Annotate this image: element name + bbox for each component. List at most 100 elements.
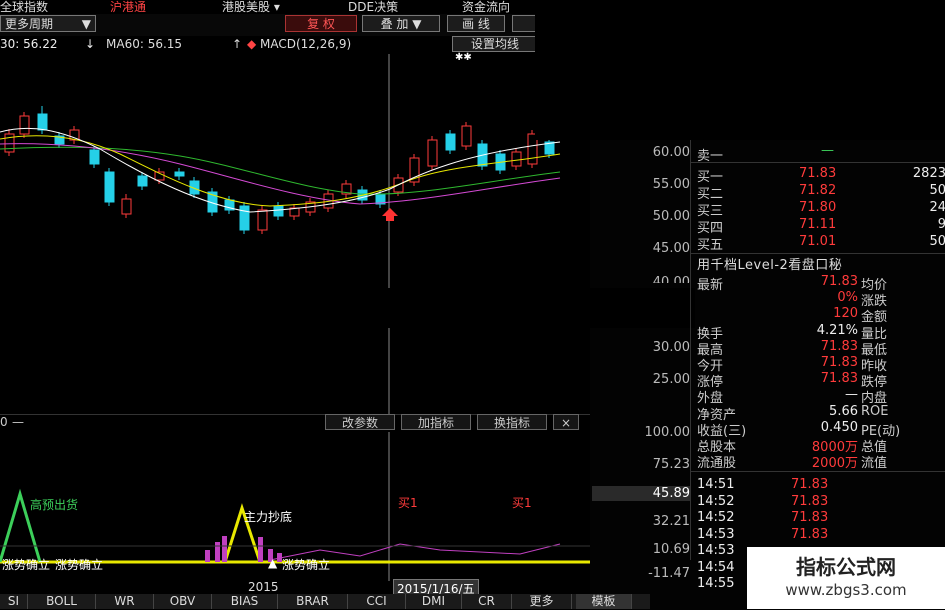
- price-tick: 60.00: [652, 145, 690, 160]
- overlay-button[interactable]: 叠 加 ▼: [362, 15, 440, 32]
- annotation-bottom: 主力抄底: [244, 510, 293, 524]
- watermark: 指标公式网 www.zbgs3.com: [747, 547, 945, 609]
- stat-value: 4.21%: [816, 322, 858, 338]
- mask-top-right: [535, 0, 945, 140]
- chart-toolbar: 更多周期 ▼ 复 权 叠 加 ▼ 画 线: [0, 14, 590, 36]
- price-axis: 60.00 55.00 50.00 45.00 40.00 30.00 25.0…: [590, 140, 690, 410]
- candle-body: [19, 115, 30, 135]
- stat-label: 流通股: [697, 456, 737, 472]
- stat-value: —: [845, 387, 858, 403]
- bid-volume: 24: [929, 200, 945, 215]
- stat-value: 2000万: [811, 456, 858, 472]
- arrow-down-icon: ↓: [85, 37, 96, 51]
- candle-body: [104, 171, 115, 203]
- tick-time: 14:55: [697, 576, 735, 591]
- bid-price: 71.83: [799, 166, 837, 181]
- candle-body: [239, 205, 250, 231]
- tab-more[interactable]: 更多: [512, 594, 572, 609]
- tab-boll[interactable]: BOLL: [28, 594, 96, 609]
- bid-volume: 9: [937, 217, 945, 232]
- tab-cci[interactable]: CCI: [348, 594, 406, 609]
- stat-value: 5.66: [829, 403, 858, 419]
- candle-body: [273, 205, 284, 217]
- menu-hk-us[interactable]: 港股美股 ▾: [222, 0, 280, 15]
- indicator-tick: 75.23: [652, 457, 690, 472]
- tab-template[interactable]: 模板: [576, 594, 632, 609]
- tab-wr[interactable]: WR: [96, 594, 154, 609]
- top-menu-bar: 全球指数 沪港通 港股美股 ▾ DDE决策 资金流向: [0, 0, 535, 14]
- bid-volume: 2823: [912, 166, 945, 181]
- stat-value: 120: [833, 306, 858, 322]
- menu-dde[interactable]: DDE决策: [348, 0, 398, 15]
- ma30-value: 30: 56.22: [0, 37, 58, 51]
- stat-value: 71.83: [820, 355, 858, 370]
- ma-green-line: [0, 146, 561, 195]
- tab-brar[interactable]: BRAR: [278, 594, 348, 609]
- bid-label: 买五: [697, 238, 724, 253]
- ma-yellow-line: [0, 135, 561, 207]
- menu-hk-connect[interactable]: 沪港通: [110, 0, 146, 15]
- annotation-buy1: 买1: [398, 496, 418, 510]
- candle-body: [174, 171, 185, 177]
- indicator-tabs: SI BOLL WR OBV BIAS BRAR CCI DMI CR 更多 模…: [0, 594, 650, 609]
- candle-body: [37, 113, 48, 131]
- macd-label: MACD(12,26,9): [260, 37, 352, 51]
- tab-si[interactable]: SI: [0, 594, 28, 609]
- tick-time: 14:51: [697, 477, 735, 492]
- bid-price: 71.80: [799, 200, 837, 215]
- add-indicator-button[interactable]: 加指标: [401, 414, 471, 430]
- set-ma-button[interactable]: 设置均线: [452, 36, 538, 52]
- menu-global-index[interactable]: 全球指数: [0, 0, 48, 15]
- level2-banner[interactable]: 用千档Level-2看盘口秘: [697, 254, 842, 273]
- close-icon[interactable]: ×: [553, 414, 579, 430]
- period-select[interactable]: 更多周期 ▼: [0, 15, 96, 32]
- bid-price: 71.11: [799, 217, 837, 232]
- stat-label-2: 流值: [861, 456, 888, 472]
- macd-icon: ◆: [247, 37, 257, 51]
- tab-obv[interactable]: OBV: [154, 594, 212, 609]
- indicator-zero: 0: [0, 415, 8, 429]
- indicator-tick: -11.47: [648, 566, 690, 581]
- stat-value: 71.83: [820, 338, 858, 354]
- price-tick: 40.00: [652, 275, 690, 283]
- annotation-trend: 涨势确立: [282, 558, 331, 572]
- tick-time: 14:53: [697, 526, 735, 542]
- mask-middle: [120, 288, 695, 328]
- indicator-axis: 100.00 75.23 45.89 32.21 10.69 -11.47: [590, 420, 690, 595]
- ma-white-line: [0, 127, 561, 213]
- price-tick: 50.00: [652, 209, 690, 224]
- stat-value: 0%: [837, 290, 858, 306]
- candle-body: [511, 151, 522, 167]
- bid-volume: 50: [929, 183, 945, 198]
- tick-time: 14:52: [697, 493, 735, 509]
- tab-dmi[interactable]: DMI: [406, 594, 462, 609]
- stat-label-2: ROE: [861, 403, 889, 419]
- indicator-tick: 100.00: [644, 425, 691, 440]
- candle-body: [461, 125, 472, 147]
- kline-chart[interactable]: [0, 54, 590, 414]
- tick-price: 71.83: [791, 493, 829, 509]
- edit-params-button[interactable]: 改参数: [325, 414, 395, 430]
- draw-button[interactable]: 画 线: [447, 15, 505, 32]
- ma-purple-line: [0, 143, 561, 205]
- toolbar-extra-button[interactable]: [512, 15, 536, 32]
- chevron-down-icon: ▼: [408, 17, 422, 31]
- triangle-up-icon: ▲: [268, 556, 278, 570]
- indicator-tick: 10.69: [652, 542, 690, 557]
- fuquan-button[interactable]: 复 权: [285, 15, 357, 32]
- tab-cr[interactable]: CR: [462, 594, 512, 609]
- arrow-up-icon: ↑: [232, 37, 243, 51]
- tab-bias[interactable]: BIAS: [212, 594, 278, 609]
- switch-indicator-button[interactable]: 换指标: [477, 414, 547, 430]
- menu-fund-flow[interactable]: 资金流向: [462, 0, 510, 15]
- overlay-label: 叠 加: [380, 17, 409, 31]
- stat-value: 0.450: [820, 419, 858, 435]
- tick-time: 14:52: [697, 510, 735, 525]
- candle-body: [121, 198, 132, 215]
- candle-body: [137, 175, 148, 187]
- annotation-sell: 高预出货: [30, 498, 79, 512]
- ma60-value: MA60: 56.15: [106, 37, 183, 51]
- price-tick: 55.00: [652, 177, 690, 192]
- indicator-tick-highlight: 45.89: [592, 486, 690, 501]
- candle-body: [257, 209, 268, 231]
